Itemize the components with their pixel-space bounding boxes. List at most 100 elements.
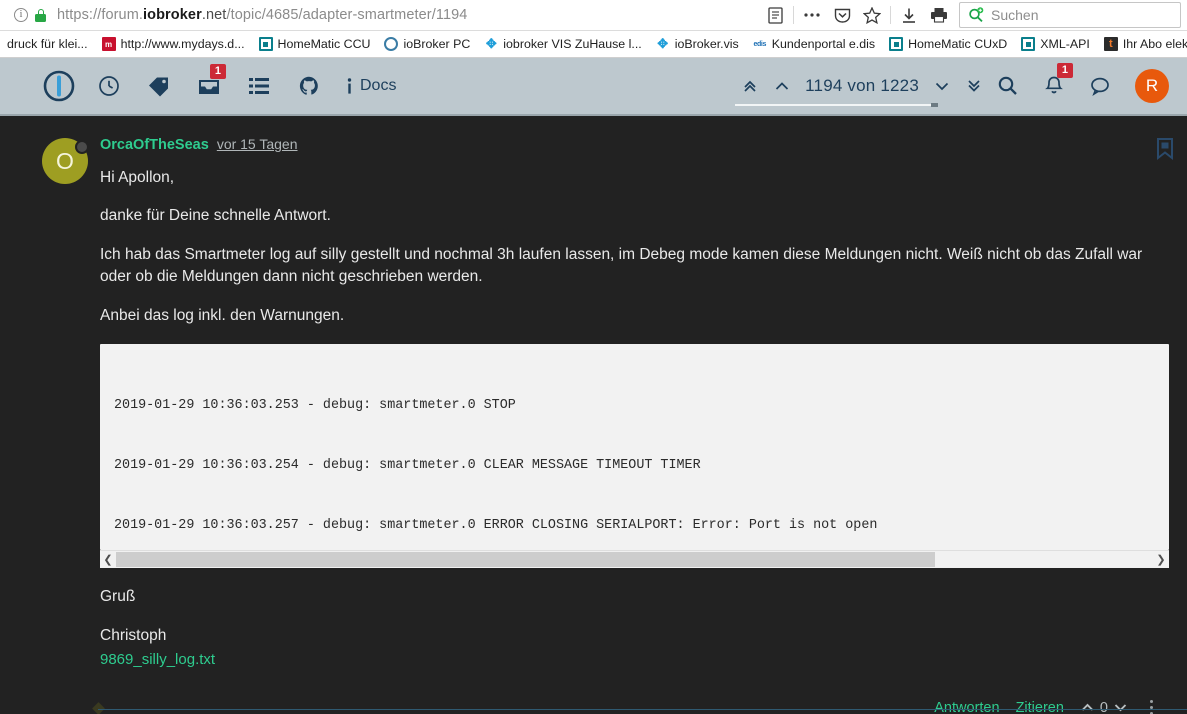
homematic-icon bbox=[258, 37, 273, 51]
bookmark-item[interactable]: ✥ ioBroker.vis bbox=[649, 32, 746, 56]
url-bar-left: i https://forum.iobroker.net/topic/4685/… bbox=[6, 7, 467, 23]
bookmark-item[interactable]: t Ihr Abo elektronische bbox=[1097, 32, 1187, 56]
notifications-badge: 1 bbox=[1056, 63, 1073, 78]
post-paragraph: Ich hab das Smartmeter log auf silly ges… bbox=[100, 245, 1143, 286]
attachment-link[interactable]: 9869_silly_log.txt bbox=[100, 651, 215, 668]
url-prefix: https://forum. bbox=[57, 7, 144, 23]
post-paragraph: Anbei das log inkl. den Warnungen. bbox=[100, 306, 345, 324]
topic-pager[interactable]: 1194 von 1223 bbox=[741, 76, 983, 96]
scrollbar-thumb[interactable] bbox=[116, 552, 936, 568]
search-icon[interactable] bbox=[987, 65, 1029, 107]
bookmark-label: http://www.mydays.d... bbox=[120, 37, 245, 51]
bookmark-item[interactable]: edis Kundenportal e.dis bbox=[746, 32, 882, 56]
scroll-left-icon[interactable]: ❮ bbox=[100, 551, 116, 569]
user-avatar[interactable]: R bbox=[1135, 69, 1169, 103]
reading-progress-bar[interactable] bbox=[735, 103, 938, 107]
iobroker-logo-icon[interactable] bbox=[34, 64, 84, 108]
scroll-right-icon[interactable]: ❯ bbox=[1153, 551, 1169, 569]
search-box[interactable]: Suchen bbox=[959, 2, 1181, 28]
signature-greeting: Gruß bbox=[100, 588, 136, 606]
code-block[interactable]: 2019-01-29 10:36:03.253 - debug: smartme… bbox=[100, 344, 1169, 551]
post-author[interactable]: OrcaOfTheSeas bbox=[100, 137, 209, 153]
next-post-icon[interactable] bbox=[933, 77, 951, 95]
post-timestamp[interactable]: vor 15 Tagen bbox=[217, 136, 298, 152]
categories-list-icon[interactable] bbox=[234, 64, 284, 108]
url-host: iobroker bbox=[143, 7, 202, 23]
url-text[interactable]: https://forum.iobroker.net/topic/4685/ad… bbox=[57, 7, 467, 23]
status-indicator bbox=[75, 140, 89, 154]
page-info-icon[interactable]: i bbox=[14, 8, 28, 22]
iobroker-pc-icon bbox=[384, 37, 399, 51]
mydays-icon: m bbox=[101, 37, 116, 51]
chat-icon[interactable] bbox=[1079, 65, 1121, 107]
code-horizontal-scrollbar[interactable]: ❮ ❯ bbox=[100, 550, 1169, 569]
bookmark-item[interactable]: druck für klei... bbox=[0, 32, 95, 56]
inbox-icon[interactable]: 1 bbox=[184, 64, 234, 108]
quote-button[interactable]: Zitieren bbox=[1016, 700, 1064, 714]
more-icon[interactable] bbox=[797, 2, 827, 28]
bookmark-item[interactable]: HomeMatic CCU bbox=[252, 32, 378, 56]
code-block-wrapper: 2019-01-29 10:36:03.253 - debug: smartme… bbox=[100, 344, 1169, 569]
github-icon[interactable] bbox=[284, 64, 334, 108]
bookmark-star-icon[interactable] bbox=[857, 2, 887, 28]
bookmark-item[interactable]: XML-API bbox=[1014, 32, 1097, 56]
iobroker-vis-icon: ✥ bbox=[485, 36, 497, 51]
code-line: 2019-01-29 10:36:03.254 - debug: smartme… bbox=[114, 458, 701, 474]
vote-count: 0 bbox=[1099, 699, 1108, 714]
bookmark-icon[interactable] bbox=[1155, 137, 1175, 161]
bookmarks-bar[interactable]: druck für klei... m http://www.mydays.d.… bbox=[0, 31, 1187, 58]
post-meta: OrcaOfTheSeas vor 15 Tagen bbox=[100, 136, 1169, 153]
bookmark-item[interactable]: ioBroker PC bbox=[377, 32, 477, 56]
pager-label: 1194 von 1223 bbox=[805, 76, 919, 95]
search-icon bbox=[968, 7, 984, 23]
url-path: /topic/4685/adapter-smartmeter/1194 bbox=[226, 7, 468, 23]
scrollbar-track[interactable] bbox=[116, 551, 1153, 569]
info-circle-icon bbox=[346, 77, 353, 96]
docs-link[interactable]: Docs bbox=[334, 64, 408, 108]
pocket-icon[interactable] bbox=[827, 2, 857, 28]
bookmark-label: XML-API bbox=[1040, 37, 1090, 51]
reply-button[interactable]: Antworten bbox=[934, 700, 999, 714]
forum-nav-left: 1 Docs bbox=[34, 64, 408, 108]
browser-chrome: i https://forum.iobroker.net/topic/4685/… bbox=[0, 0, 1187, 58]
reading-progress-knob[interactable] bbox=[931, 103, 938, 107]
homematic-icon bbox=[1021, 37, 1036, 51]
signature-name: Christoph bbox=[100, 626, 167, 644]
avatar[interactable]: O bbox=[42, 138, 89, 184]
bookmark-label: iobroker VIS ZuHause l... bbox=[503, 37, 642, 51]
reader-view-icon[interactable] bbox=[760, 2, 790, 28]
jump-first-icon[interactable] bbox=[741, 77, 759, 95]
vote-control: 0 bbox=[1080, 700, 1128, 714]
post-divider bbox=[98, 709, 1187, 711]
post-header: O OrcaOfTheSeas vor 15 Tagen Hi Apollon,… bbox=[42, 136, 1169, 669]
bookmark-item[interactable]: HomeMatic CUxD bbox=[882, 32, 1014, 56]
print-icon[interactable] bbox=[924, 2, 954, 28]
lock-icon[interactable] bbox=[35, 8, 46, 22]
bookmark-item[interactable]: m http://www.mydays.d... bbox=[95, 32, 252, 56]
jump-last-icon[interactable] bbox=[965, 77, 983, 95]
upvote-icon[interactable] bbox=[1080, 701, 1095, 714]
bookmark-label: Ihr Abo elektronische bbox=[1122, 37, 1187, 51]
tag-icon[interactable] bbox=[134, 64, 184, 108]
bookmark-label: ioBroker.vis bbox=[674, 37, 739, 51]
notifications-bell-icon[interactable]: 1 bbox=[1033, 63, 1075, 107]
url-host-tld: .net bbox=[201, 7, 227, 23]
downvote-icon[interactable] bbox=[1113, 701, 1128, 714]
forum-nav-right: 1194 von 1223 1 R bbox=[741, 63, 1169, 107]
post-paragraph: Hi Apollon, bbox=[100, 169, 175, 186]
edis-icon: edis bbox=[752, 37, 767, 51]
post-paragraph: danke für Deine schnelle Antwort. bbox=[100, 207, 331, 225]
toolbar-divider-2 bbox=[890, 6, 891, 24]
bookmark-label: Kundenportal e.dis bbox=[771, 37, 876, 51]
unread-badge: 1 bbox=[209, 64, 226, 79]
download-icon[interactable] bbox=[894, 2, 924, 28]
clock-icon[interactable] bbox=[84, 64, 134, 108]
url-bar[interactable]: i https://forum.iobroker.net/topic/4685/… bbox=[0, 0, 1187, 31]
vertical-dots-icon[interactable] bbox=[1144, 697, 1153, 714]
bookmark-label: HomeMatic CCU bbox=[277, 37, 371, 51]
search-input[interactable]: Suchen bbox=[991, 7, 1038, 23]
prev-post-icon[interactable] bbox=[773, 77, 791, 95]
bookmark-item[interactable]: ✥ iobroker VIS ZuHause l... bbox=[477, 32, 648, 56]
docs-label: Docs bbox=[360, 77, 397, 94]
post-body: OrcaOfTheSeas vor 15 Tagen Hi Apollon, d… bbox=[100, 136, 1169, 669]
